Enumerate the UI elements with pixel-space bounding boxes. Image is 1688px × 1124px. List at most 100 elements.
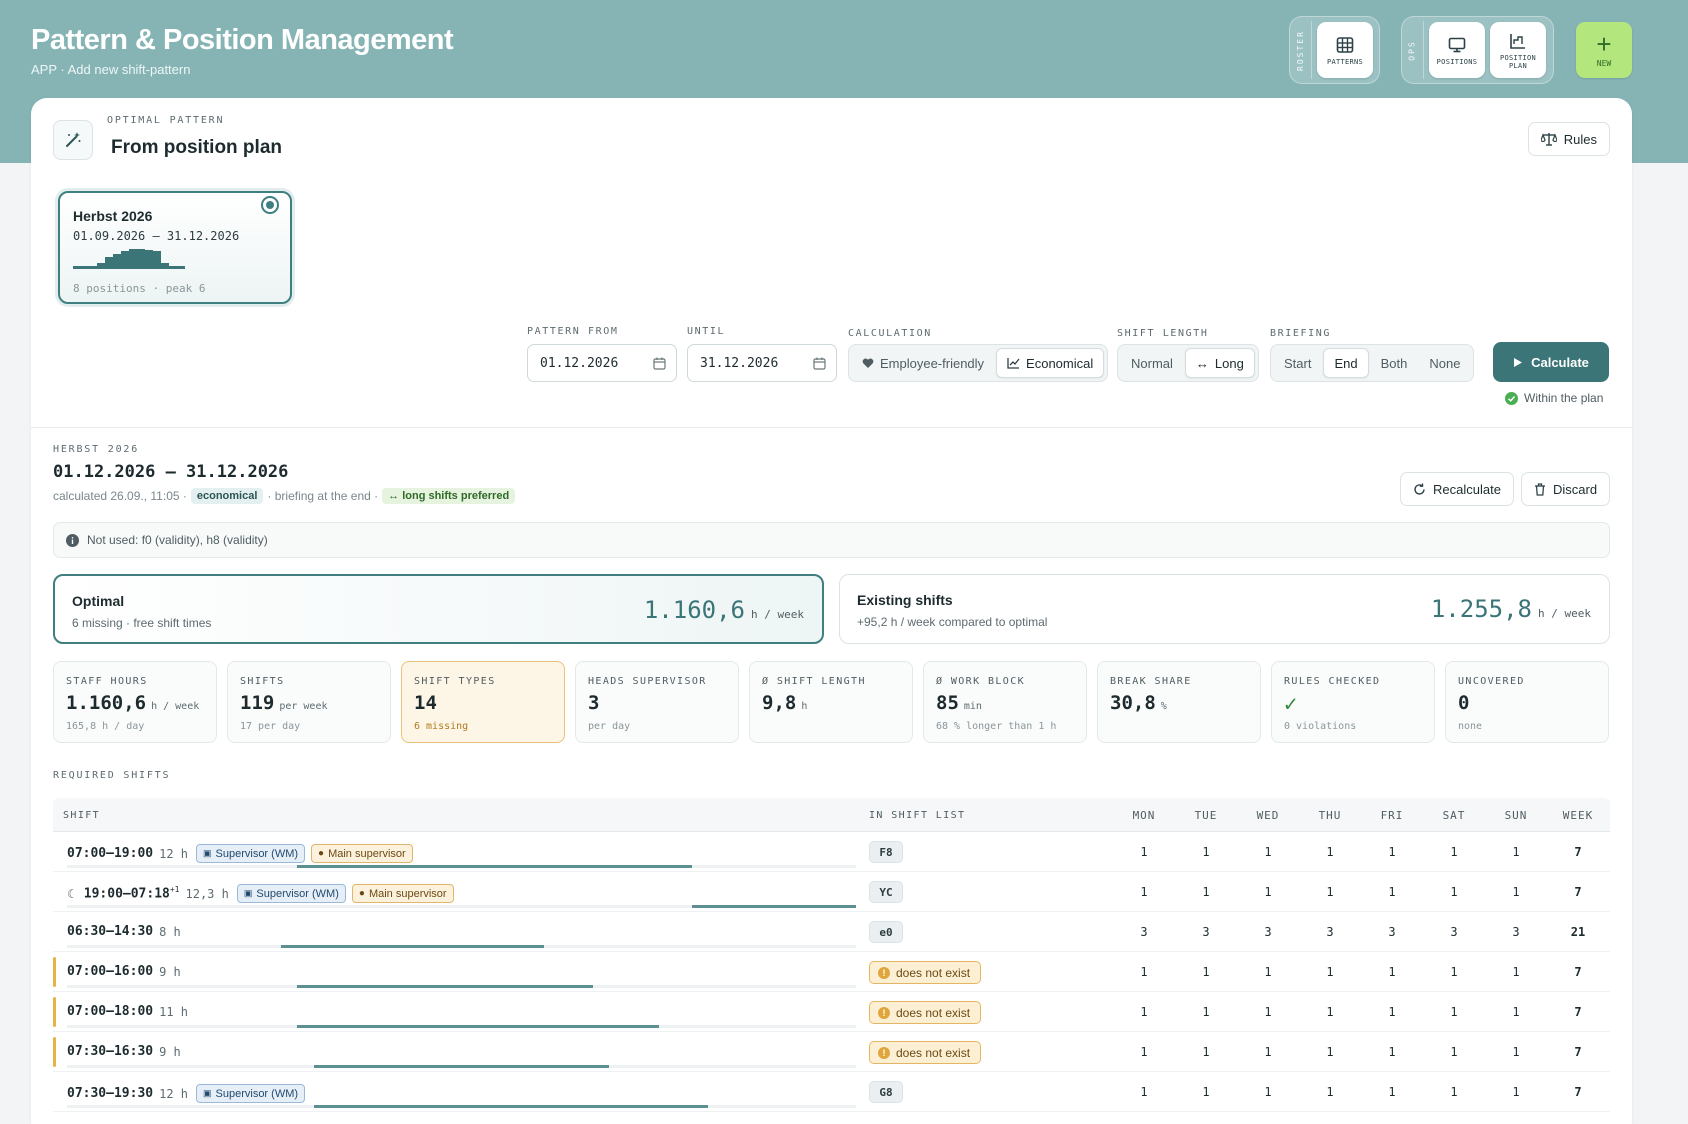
does-not-exist-badge[interactable]: ! does not exist (869, 1041, 982, 1064)
col-fri: FRI (1380, 809, 1404, 822)
table-row[interactable]: ☾ 19:00–07:18+1 12,3 h ▣ Supervisor (WM) … (53, 872, 1610, 912)
main-card: OPTIMAL PATTERN From position plan Rules… (31, 98, 1632, 1124)
shift-time: 07:00–16:00 (67, 964, 154, 979)
count-cell: 1 (1512, 1085, 1520, 1099)
header-kicker: OPTIMAL PATTERN (107, 115, 225, 126)
count-cell: 1 (1202, 845, 1210, 859)
briefing-start-option[interactable]: Start (1274, 348, 1321, 378)
count-cell: 1 (1512, 1005, 1520, 1019)
plan-profile-bar (97, 263, 105, 269)
warning-icon: ! (878, 1046, 890, 1059)
checkmark-icon: ✓ (1284, 692, 1298, 717)
count-cell: 1 (1450, 1045, 1458, 1059)
count-cell: 1 (1388, 1045, 1396, 1059)
table-row[interactable]: 07:00–19:00 12 h ▣ Supervisor (WM) ● Main … (53, 832, 1610, 872)
shift-time: 06:30–14:30 (67, 924, 154, 939)
discard-button[interactable]: Discard (1521, 472, 1611, 506)
briefing-both-option[interactable]: Both (1371, 348, 1418, 378)
shift-length: 12,3 h (185, 886, 229, 901)
kpi-heads-supervisor: HEADS SUPERVISOR 3 per day (575, 661, 739, 743)
shift-length: 8 h (159, 924, 181, 939)
patterns-nav-button[interactable]: PATTERNS (1317, 22, 1373, 78)
breadcrumb: APP · Add new shift-pattern (31, 62, 191, 77)
count-cell: 1 (1264, 1085, 1272, 1099)
recalculate-button[interactable]: Recalculate (1400, 472, 1514, 506)
briefing-end-label: End (1334, 355, 1358, 371)
shift-code[interactable]: G8 (869, 1081, 903, 1103)
preference-badge: ↔ long shifts preferred (382, 488, 516, 504)
employee-friendly-option[interactable]: Employee-friendly (852, 348, 994, 378)
does-not-exist-badge[interactable]: ! does not exist (869, 1001, 982, 1024)
existing-shifts-card[interactable]: Existing shifts +95,2 h / week compared … (839, 574, 1610, 644)
recalculate-label: Recalculate (1433, 481, 1501, 497)
shift-length: 9 h (159, 964, 181, 979)
supervisor-tag: ▣ Supervisor (WM) (196, 1084, 306, 1103)
chart-icon (1510, 33, 1525, 49)
table-row[interactable]: 07:00–18:00 11 h ! does not exist 1 1 1 1… (53, 992, 1610, 1032)
calendar-icon (813, 357, 826, 370)
table-row[interactable]: 06:30–14:30 8 h e0 3 3 3 3 3 3 3 21 (53, 912, 1610, 952)
briefing-none-label: None (1429, 355, 1461, 371)
kpi-shift-length: Ø SHIFT LENGTH 9,8 h (749, 661, 913, 743)
count-cell: 1 (1326, 845, 1334, 859)
table-row[interactable]: 07:30–16:30 9 h ! does not exist 1 1 1 1 … (53, 1032, 1610, 1072)
optimal-card[interactable]: Optimal 6 missing · free shift times 1.1… (53, 574, 824, 644)
position-plan-nav-button[interactable]: POSITION PLAN (1490, 22, 1546, 78)
optimal-sub: 6 missing · free shift times (72, 616, 212, 630)
until-value: 31.12.2026 (700, 355, 779, 371)
count-cell: 1 (1140, 1085, 1148, 1099)
rules-button[interactable]: Rules (1527, 122, 1610, 156)
main-supervisor-tag: ● Main supervisor (311, 844, 413, 863)
count-cell: 3 (1450, 925, 1458, 939)
week-total-cell: 21 (1570, 925, 1586, 939)
shift-time: 07:00–18:00 (67, 1004, 154, 1019)
shift-code[interactable]: YC (869, 881, 903, 903)
plan-radio[interactable] (261, 196, 279, 214)
count-cell: 1 (1202, 885, 1210, 899)
count-cell: 1 (1388, 1085, 1396, 1099)
economical-option[interactable]: Economical (996, 348, 1105, 378)
does-not-exist-badge[interactable]: ! does not exist (869, 961, 982, 984)
briefing-start-label: Start (1284, 355, 1312, 371)
normal-option[interactable]: Normal (1121, 348, 1183, 378)
person-icon: ● (358, 888, 365, 899)
count-cell: 3 (1326, 925, 1334, 939)
count-cell: 1 (1388, 1005, 1396, 1019)
shift-timeline (67, 865, 856, 868)
shift-length: 12 h (159, 846, 188, 861)
existing-value: 1.255,8 (1430, 595, 1533, 623)
count-cell: 1 (1140, 885, 1148, 899)
plan-profile-bar (81, 266, 89, 269)
unused-info-text: Not used: f0 (validity), h8 (validity) (87, 533, 268, 547)
shift-timeline (67, 1105, 856, 1108)
next-day-marker: +1 (169, 885, 180, 895)
long-option[interactable]: ↔ Long (1184, 348, 1255, 378)
shift-time: 07:00–19:00 (67, 846, 154, 861)
shift-timeline (67, 1025, 856, 1028)
positions-nav-button[interactable]: POSITIONS (1429, 22, 1485, 78)
shift-code[interactable]: e0 (869, 921, 903, 943)
badge-icon: ▣ (203, 1088, 212, 1098)
warning-icon: ! (878, 966, 890, 979)
pattern-from-label: PATTERN FROM (527, 326, 619, 337)
heart-icon (862, 358, 874, 368)
count-cell: 1 (1326, 965, 1334, 979)
pattern-from-input[interactable]: 01.12.2026 (527, 344, 677, 382)
count-cell: 1 (1264, 965, 1272, 979)
monitor-icon (1448, 37, 1466, 52)
calculate-button[interactable]: Calculate (1493, 342, 1609, 382)
supervisor-tag: ▣ Supervisor (WM) (196, 844, 306, 863)
table-row[interactable]: 07:00–16:00 9 h ! does not exist 1 1 1 1 … (53, 952, 1610, 992)
calculated-at: calculated 26.09., 11:05 · (53, 489, 187, 503)
grid-icon (1336, 36, 1354, 53)
new-button[interactable]: + NEW (1576, 22, 1632, 78)
shift-code[interactable]: F8 (869, 841, 903, 863)
position-plan-card[interactable]: Herbst 2026 01.09.2026 – 31.12.2026 8 po… (58, 191, 292, 304)
normal-label: Normal (1131, 355, 1173, 371)
until-input[interactable]: 31.12.2026 (687, 344, 837, 382)
briefing-none-option[interactable]: None (1419, 348, 1470, 378)
moon-icon: ☾ (67, 886, 78, 901)
table-row[interactable]: 07:30–19:30 12 h ▣ Supervisor (WM) G8 1 1… (53, 1072, 1610, 1112)
briefing-end-option[interactable]: End (1323, 348, 1369, 378)
plan-range: 01.09.2026 – 31.12.2026 (73, 229, 240, 243)
